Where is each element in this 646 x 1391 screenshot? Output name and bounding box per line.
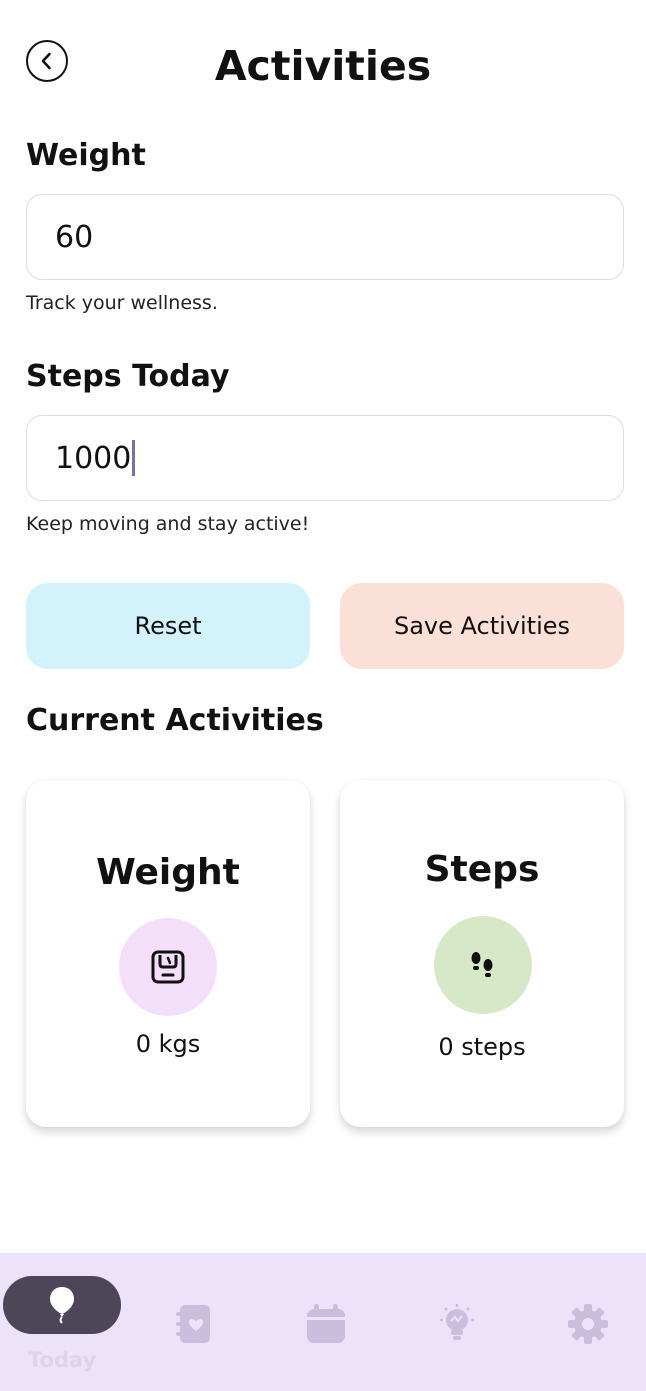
balloon-icon — [50, 1287, 74, 1324]
lightbulb-icon — [440, 1304, 474, 1340]
steps-icon-circle — [434, 916, 532, 1014]
gear-icon — [568, 1304, 608, 1344]
reset-button[interactable]: Reset — [26, 583, 310, 669]
steps-input-value: 1000 — [55, 440, 132, 476]
weight-icon-circle — [119, 918, 217, 1016]
nav-item-insights[interactable] — [436, 1303, 478, 1349]
nav-item-calendar[interactable] — [305, 1303, 347, 1349]
weight-card: Weight 0 kgs — [26, 780, 310, 1127]
reset-button-label: Reset — [134, 612, 202, 640]
steps-card-title: Steps — [424, 849, 540, 890]
steps-helper-text: Keep moving and stay active! — [26, 513, 310, 535]
footsteps-icon — [471, 952, 493, 977]
weight-helper-text: Track your wellness. — [26, 292, 218, 314]
current-activities-heading: Current Activities — [26, 703, 324, 738]
weight-input-value: 60 — [55, 219, 94, 255]
bottom-navigation: Today — [0, 1253, 646, 1391]
save-activities-button[interactable]: Save Activities — [340, 583, 624, 669]
nav-label-today: Today — [28, 1348, 97, 1372]
weight-input[interactable]: 60 — [26, 194, 624, 280]
nav-item-today[interactable] — [3, 1276, 121, 1334]
steps-input[interactable]: 1000 — [26, 415, 624, 501]
steps-card-value: 0 steps — [438, 1033, 526, 1061]
steps-field-label: Steps Today — [26, 359, 230, 394]
calendar-icon — [307, 1304, 345, 1343]
text-cursor — [132, 440, 136, 476]
nav-item-settings[interactable] — [567, 1303, 609, 1349]
nav-item-journal[interactable] — [174, 1303, 214, 1349]
save-button-label: Save Activities — [393, 612, 571, 640]
activities-screen: Activities Weight 60 Track your wellness… — [0, 0, 646, 1391]
journal-icon — [176, 1305, 210, 1343]
scale-icon — [151, 950, 185, 984]
page-title: Activities — [214, 42, 432, 90]
weight-field-label: Weight — [26, 138, 146, 173]
weight-card-title: Weight — [96, 852, 240, 893]
weight-card-value: 0 kgs — [135, 1030, 201, 1058]
steps-card: Steps 0 steps — [340, 780, 624, 1127]
